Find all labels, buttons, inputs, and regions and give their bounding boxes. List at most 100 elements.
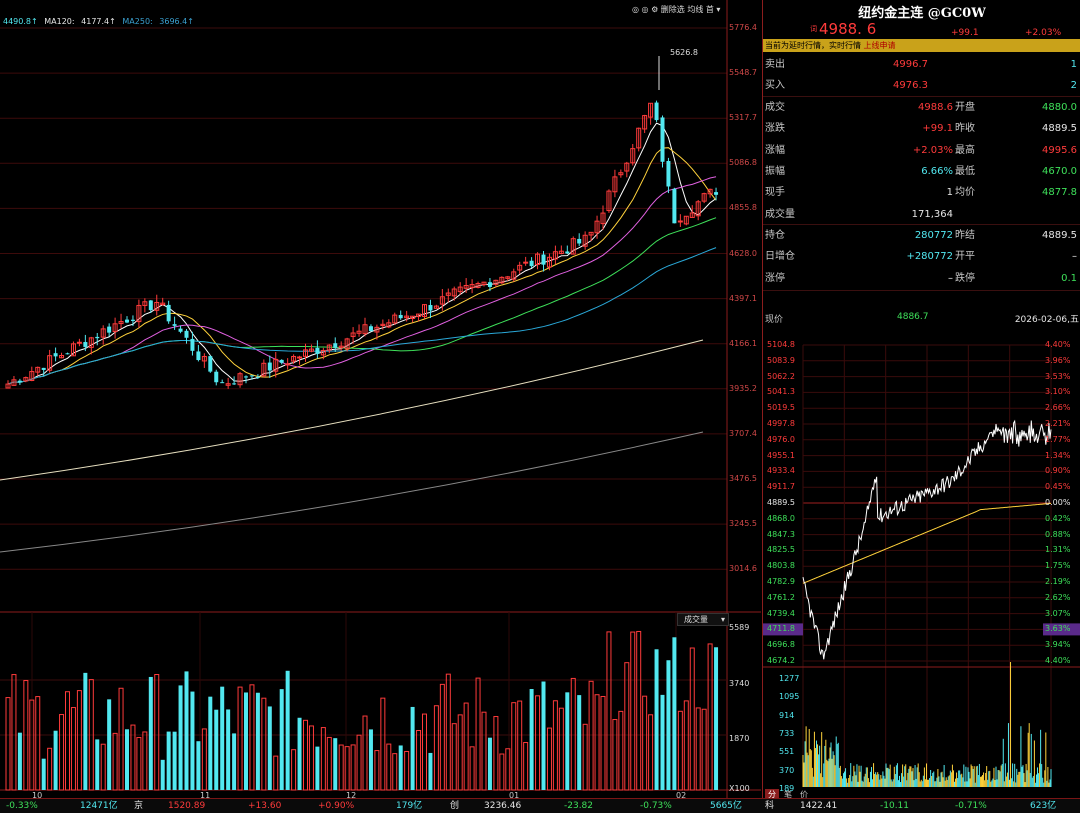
price-tick-label: 4166.1: [729, 338, 757, 348]
stat-value: 4877.8: [1042, 187, 1077, 199]
stat-value: 280772: [914, 230, 953, 241]
price-tick-label: 5776.4: [729, 23, 757, 32]
candle-body-down: [53, 353, 58, 357]
apply-link[interactable]: 上线申请: [864, 41, 896, 50]
intraday-price-label: 4889.5: [767, 498, 795, 507]
volume-bar-down: [410, 706, 415, 790]
volume-bar-up: [273, 755, 279, 791]
status-item: -0.73%: [640, 801, 672, 811]
candle-body-down: [315, 347, 320, 354]
intraday-volume-label: 1277: [779, 674, 800, 683]
candle-body-down: [267, 362, 272, 371]
stat-value: 1: [946, 187, 953, 199]
candle-body-down: [565, 251, 570, 254]
intraday-chart[interactable]: [763, 335, 1080, 791]
volume-selector[interactable]: 成交量 ▾: [677, 613, 729, 626]
volume-bar-up: [642, 695, 648, 791]
sell-row: 卖出 4996.7 1: [765, 59, 1077, 70]
volume-bar-down: [208, 696, 213, 790]
stat-value: –: [1072, 251, 1077, 263]
volume-bar-down: [297, 717, 302, 790]
volume-bar-down: [148, 676, 153, 790]
volume-bar-up: [112, 732, 118, 791]
candle-body-down: [714, 192, 719, 195]
intraday-price-label: 4782.9: [767, 577, 795, 586]
volume-bar-down: [172, 731, 177, 790]
candle-body-down: [666, 160, 671, 187]
price-tick-label: 5548.7: [729, 68, 757, 78]
volume-bar-down: [660, 694, 665, 790]
candle-body-up: [297, 356, 303, 359]
volume-bar-up: [47, 747, 53, 791]
intraday-price-label: 5104.8: [767, 340, 795, 349]
price-change: +99.1: [951, 28, 979, 38]
volume-bar-down: [17, 732, 22, 790]
volume-tick-label: 5589: [729, 623, 750, 632]
volume-bar-up: [582, 723, 588, 791]
stat-row: 涨停 – 跌停 0.1: [763, 268, 1080, 289]
stat-row: 持仓 280772 昨结 4889.5: [763, 225, 1080, 246]
stat-value: –: [948, 272, 953, 284]
volume-bar-up: [59, 714, 65, 791]
volume-bar-down: [190, 691, 195, 790]
volume-bar-up: [142, 731, 148, 791]
volume-bar-up: [154, 674, 160, 791]
volume-bar-down: [428, 752, 433, 790]
candle-body-down: [148, 300, 153, 311]
candle-body-down: [214, 371, 219, 383]
volume-bar-up: [433, 705, 439, 791]
stat-label: 昨结: [955, 230, 975, 241]
volume-bar-up: [439, 683, 445, 791]
volume-bar-up: [416, 729, 422, 791]
volume-bar-down: [232, 733, 237, 790]
stat-value: 171,364: [911, 208, 953, 220]
volume-bar-up: [201, 728, 207, 791]
intraday-volume-label: 733: [779, 728, 795, 738]
candle-body-down: [107, 326, 112, 333]
stat-value: 4995.6: [1042, 144, 1077, 156]
candlestick-chart[interactable]: [0, 0, 761, 800]
intraday-pct-label: 2.66%: [1045, 403, 1071, 413]
status-item: -0.33%: [6, 801, 38, 811]
stat-value: 6.66%: [921, 165, 953, 177]
stat-label: 振幅: [765, 165, 785, 177]
volume-bar-up: [70, 707, 76, 791]
status-item: 5665亿: [710, 801, 742, 811]
volume-bar-up: [606, 631, 612, 791]
candle-body-down: [166, 304, 171, 322]
stat-label: 成交: [765, 102, 785, 113]
stat-row: 涨跌 +99.1 昨收 4889.5: [763, 118, 1080, 139]
status-item: 12471亿: [80, 801, 118, 811]
volume-bar-up: [594, 694, 600, 791]
price-tick-label: 4855.8: [729, 203, 757, 213]
volume-bar-up: [249, 684, 255, 791]
volume-bar-up: [683, 700, 689, 791]
volume-bar-up: [308, 725, 314, 791]
volume-bar-down: [184, 671, 189, 790]
stat-value: +99.1: [922, 123, 953, 135]
intraday-volume-axis: 1277 1095 914 733 551 370 189: [763, 670, 803, 793]
volume-bar-up: [362, 715, 368, 791]
volume-bar-up: [636, 630, 642, 791]
intraday-pct-axis: 4.40% 3.96% 3.53% 3.10% 2.66% 2.21% 1.77% 1.34%…: [1043, 335, 1079, 791]
intraday-price-label: 5019.5: [767, 403, 795, 413]
volume-bar-up: [493, 716, 499, 791]
candle-body-down: [428, 305, 433, 311]
volume-bar-up: [517, 700, 523, 791]
kline-panel[interactable]: 4490.8↑ MA120: 4177.4↑ MA250: 3696.4↑ ◎ …: [0, 0, 761, 813]
price-tag: 词: [810, 25, 817, 33]
intraday-price-label: 4847.3: [767, 529, 795, 539]
volume-bar-up: [481, 711, 487, 791]
candle-body-down: [196, 351, 201, 361]
intraday-price-label: 4825.5: [767, 545, 795, 555]
intraday-price-label: 4696.8: [767, 640, 795, 650]
stat-row: 成交 4988.6 开盘 4880.0: [763, 97, 1080, 118]
volume-axis: 5589 3740 1870 X100: [727, 612, 761, 793]
volume-bar-up: [35, 696, 41, 791]
volume-bar-down: [285, 670, 290, 790]
price-tick-label: 3935.2: [729, 383, 757, 393]
stat-label: 最高: [955, 144, 975, 156]
volume-bar-down: [279, 689, 284, 790]
volume-bar-down: [214, 709, 219, 790]
volume-bar-up: [624, 662, 630, 791]
